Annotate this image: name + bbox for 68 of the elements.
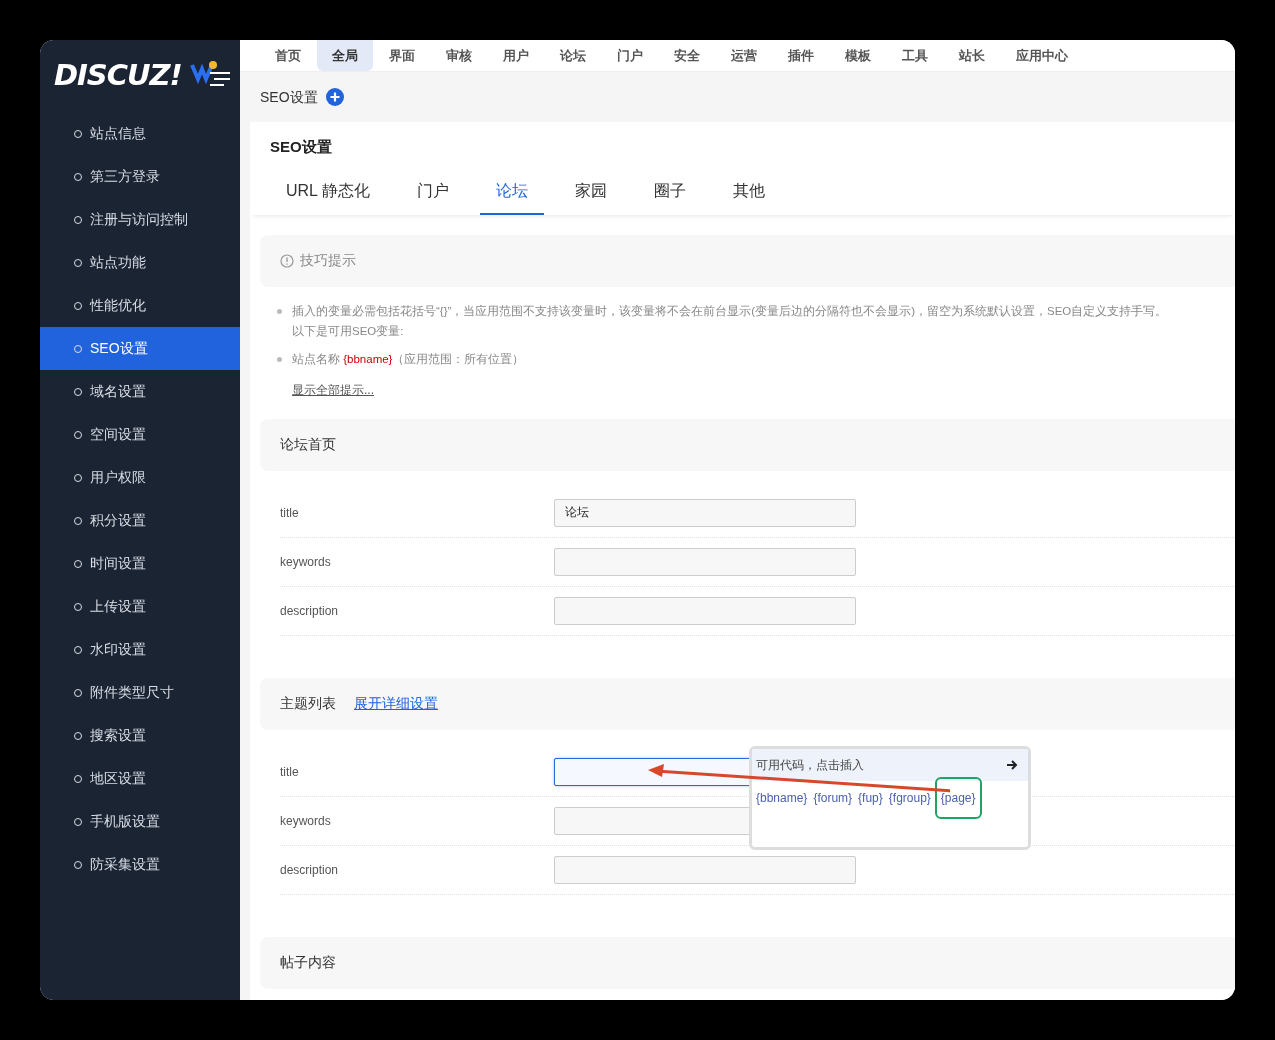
sidebar-item[interactable]: 上传设置 [40,585,240,628]
logo-text: DISCUZ! [54,57,182,95]
sidebar-item[interactable]: 性能优化 [40,284,240,327]
nav-tab[interactable]: 应用中心 [1001,40,1083,71]
sidebar-item[interactable]: 站点信息 [40,112,240,155]
tab[interactable]: 门户 [400,178,465,215]
sidebar-item[interactable]: 地区设置 [40,757,240,800]
tip-text: 站点名称 {bbname}（应用范围：所有位置） [292,351,526,367]
sidebar-item[interactable]: 第三方登录 [40,155,240,198]
field-label: description [280,602,340,620]
sidebar-item[interactable]: 积分设置 [40,499,240,542]
sidebar-item[interactable]: 注册与访问控制 [40,198,240,241]
tab[interactable]: URL 静态化 [270,178,386,215]
arrow-right-icon[interactable] [1006,758,1018,771]
nav-tab[interactable]: 论坛 [545,40,601,71]
tab[interactable]: 其他 [716,178,781,215]
show-all-tips-link[interactable]: 显示全部提示... [292,380,374,399]
sidebar-item[interactable]: 附件类型尺寸 [40,671,240,714]
field-label: title [280,763,300,781]
code-token[interactable]: {bbname} [756,788,808,807]
nav-tab[interactable]: 安全 [659,40,715,71]
tab[interactable]: 圈子 [637,178,702,215]
sidebar-item[interactable]: SEO设置 [40,327,240,370]
page-title: SEO设置 [269,137,333,157]
nav-tab[interactable]: 站长 [944,40,1000,71]
breadcrumb-title: SEO设置 [260,87,318,107]
nav-tab[interactable]: 用户 [488,40,544,71]
section-title: 主题列表 [280,694,336,713]
section-title: 论坛首页 [280,435,336,454]
popup-title: 可用代码，点击插入 [756,756,864,774]
tab[interactable]: 家园 [558,178,623,215]
tips-title: 技巧提示 [300,251,356,270]
field-label: keywords [280,553,332,571]
code-token[interactable]: {forum} [813,788,853,807]
nav-tab[interactable]: 审核 [431,40,487,71]
section-title: 帖子内容 [280,953,336,972]
code-token[interactable]: {fgroup} [888,788,931,807]
bullet-icon [277,308,282,314]
nav-tab[interactable]: 界面 [374,40,430,71]
tip-text: 插入的变量必需包括花括号“{}”，当应用范围不支持该变量时，该变量将不会在前台显示(变量后边的分隔符也不会显示)，留空为系统默认设置，SEO自定义支持手写。 [292,303,1169,319]
field-label: description [280,861,340,879]
sidebar-item[interactable]: 搜索设置 [40,714,240,757]
nav-tab[interactable]: 全局 [317,40,373,71]
nav-tab[interactable]: 插件 [773,40,829,71]
field-label: title [280,504,300,522]
field-label: keywords [280,812,332,830]
sidebar-item[interactable]: 时间设置 [40,542,240,585]
sidebar-item[interactable]: 水印设置 [40,628,240,671]
sidebar-item[interactable]: 手机版设置 [40,800,240,843]
tab[interactable]: 论坛 [479,178,544,215]
sidebar-item[interactable]: 域名设置 [40,370,240,413]
tip-text: 以下是可用SEO变量: [292,323,405,339]
nav-tab[interactable]: 首页 [260,40,316,71]
sidebar-item[interactable]: 用户权限 [40,456,240,499]
sidebar-item[interactable]: 防采集设置 [40,843,240,886]
add-icon[interactable] [325,88,344,106]
nav-tab[interactable]: 工具 [887,40,943,71]
nav-tab[interactable]: 运营 [716,40,772,71]
bullet-icon [277,356,282,362]
nav-tab[interactable]: 门户 [602,40,658,71]
expand-settings-link[interactable]: 展开详细设置 [354,693,438,714]
info-icon [280,253,294,268]
sidebar-item[interactable]: 空间设置 [40,413,240,456]
nav-tab[interactable]: 模板 [830,40,886,71]
code-token[interactable]: {page} [936,778,980,817]
input-field[interactable]: 论坛 [554,498,856,527]
sidebar-item[interactable]: 站点功能 [40,241,240,284]
code-token[interactable]: {fup} [858,788,883,807]
